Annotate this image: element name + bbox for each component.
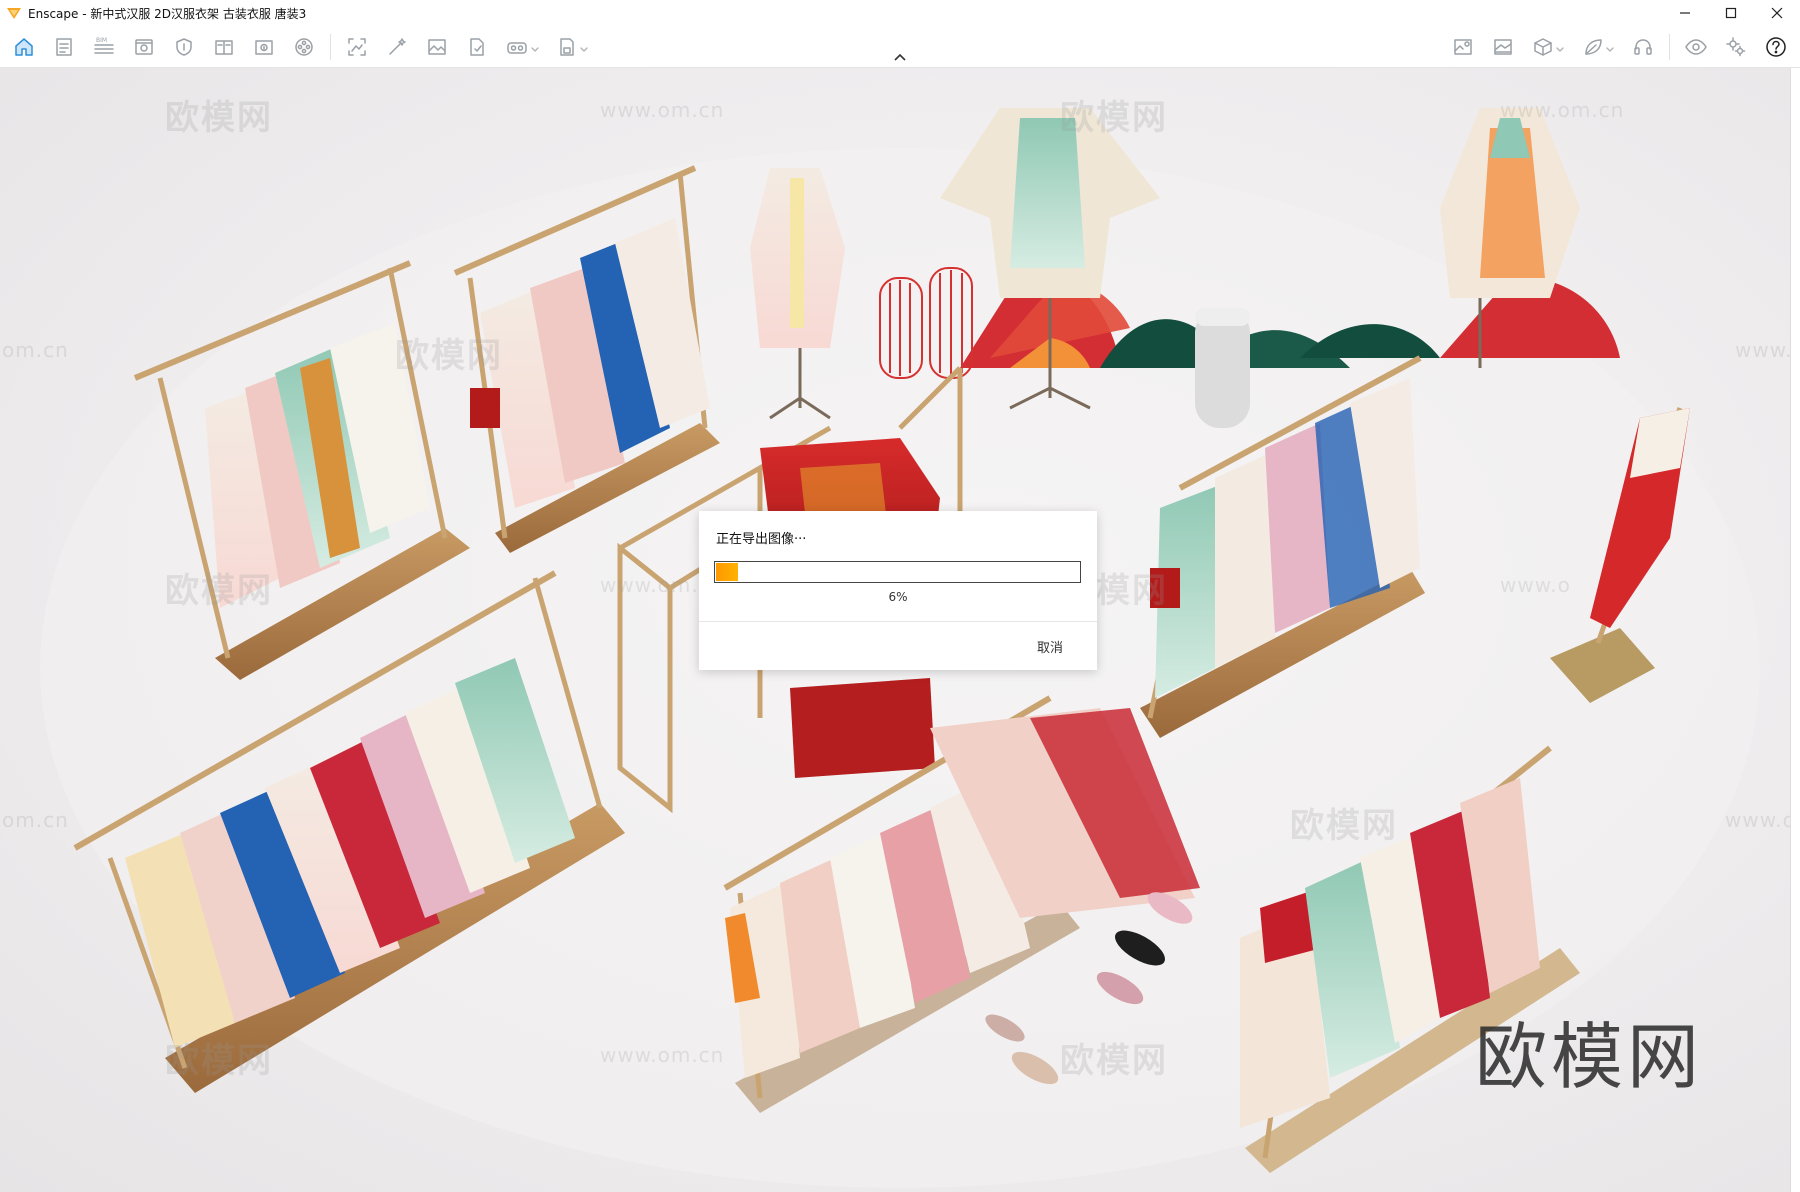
chevron-up-icon xyxy=(894,53,906,61)
landscape-button[interactable] xyxy=(1483,30,1523,64)
window-controls xyxy=(1662,0,1800,26)
capture-icon xyxy=(348,38,366,56)
close-icon xyxy=(1771,7,1783,19)
eye-icon xyxy=(1685,39,1707,55)
eye-button[interactable] xyxy=(1676,30,1716,64)
toolbar-left-group: BIM xyxy=(4,26,597,68)
progress-percent-label: 6% xyxy=(888,590,908,604)
svg-text:BIM: BIM xyxy=(96,37,107,44)
watermark-url: www.om.cn xyxy=(600,1043,725,1067)
dialog-title: 正在导出图像··· xyxy=(716,532,807,547)
export-progress-dialog: 正在导出图像··· 6% 取消 xyxy=(699,511,1097,670)
leaf-dropdown-button[interactable] xyxy=(1573,30,1623,64)
film-icon xyxy=(295,38,313,56)
watermark-url: www.om.cn xyxy=(600,98,725,122)
dialog-divider xyxy=(699,621,1097,622)
watermark-url: www.o xyxy=(1725,808,1796,832)
toolbar-right-group xyxy=(1443,26,1796,68)
info-book-icon xyxy=(255,40,273,55)
view-button[interactable] xyxy=(124,30,164,64)
watermark-url: www.om.cn xyxy=(1500,98,1625,122)
book-icon xyxy=(215,40,233,55)
window-title: Enscape - 新中式汉服 2D汉服衣架 古装衣服 唐装3 xyxy=(28,6,307,21)
watermark-brand: 欧模网 xyxy=(165,1041,273,1081)
shield-icon xyxy=(176,38,192,56)
home-button[interactable] xyxy=(4,30,44,64)
minimize-button[interactable] xyxy=(1662,0,1708,26)
bim-button[interactable]: BIM xyxy=(84,30,124,64)
chevron-down-icon xyxy=(580,46,588,52)
maximize-button[interactable] xyxy=(1708,0,1754,26)
leaf-icon xyxy=(1585,39,1602,55)
info-book-button[interactable] xyxy=(244,30,284,64)
headset-icon xyxy=(1634,39,1652,55)
viewport-scrollbar[interactable] xyxy=(1790,68,1800,1192)
watermark-brand: 欧模网 xyxy=(165,571,273,611)
watermark-brand: 欧模网 xyxy=(395,336,503,376)
export-progress-bar xyxy=(714,561,1081,583)
title-bar: Enscape - 新中式汉服 2D汉服衣架 古装衣服 唐装3 xyxy=(0,0,1800,26)
magic-wand-button[interactable] xyxy=(377,30,417,64)
progress-fill xyxy=(716,563,738,581)
settings-button[interactable] xyxy=(1716,30,1756,64)
vr-dropdown-button[interactable] xyxy=(497,30,547,64)
map-icon xyxy=(1454,39,1472,55)
watermark-url: www.o xyxy=(1500,573,1571,597)
home-icon xyxy=(15,38,33,56)
file-export-button[interactable] xyxy=(457,30,497,64)
magic-wand-icon xyxy=(389,38,406,55)
vr-icon xyxy=(507,42,527,54)
watermark-brand: 欧模网 xyxy=(1290,806,1398,846)
image-button[interactable] xyxy=(417,30,457,64)
headset-button[interactable] xyxy=(1623,30,1663,64)
settings-icon xyxy=(1726,37,1746,57)
map-button[interactable] xyxy=(1443,30,1483,64)
minimize-icon xyxy=(1680,12,1690,14)
landscape-icon xyxy=(1494,39,1512,55)
toolbar-separator xyxy=(330,34,331,60)
capture-button[interactable] xyxy=(337,30,377,64)
bim-icon: BIM xyxy=(94,37,114,54)
document-button[interactable] xyxy=(44,30,84,64)
help-icon xyxy=(1766,37,1786,57)
chevron-down-icon xyxy=(531,46,539,52)
shield-button[interactable] xyxy=(164,30,204,64)
watermark-url-short: om.cn xyxy=(2,338,69,362)
save-icon xyxy=(560,38,574,56)
save-dropdown-button[interactable] xyxy=(547,30,597,64)
view-icon xyxy=(135,39,153,55)
chevron-down-icon xyxy=(1606,46,1614,52)
image-icon xyxy=(428,39,446,55)
watermark-brand: 欧模网 xyxy=(1060,98,1168,138)
book-button[interactable] xyxy=(204,30,244,64)
file-export-icon xyxy=(470,38,484,56)
toolbar-collapse-button[interactable] xyxy=(890,50,910,64)
cube-dropdown-button[interactable] xyxy=(1523,30,1573,64)
cancel-button[interactable]: 取消 xyxy=(1037,637,1063,656)
watermark-brand: 欧模网 xyxy=(1060,1041,1168,1081)
enscape-logo-icon xyxy=(7,8,21,19)
cube-icon xyxy=(1534,38,1552,56)
film-button[interactable] xyxy=(284,30,324,64)
toolbar-separator xyxy=(1669,34,1670,60)
document-icon xyxy=(56,38,72,56)
watermark-url-short: om.cn xyxy=(2,808,69,832)
watermark-brand-large: 欧模网 xyxy=(1475,1015,1704,1099)
close-button[interactable] xyxy=(1754,0,1800,26)
help-button[interactable] xyxy=(1756,30,1796,64)
watermark-brand: 欧模网 xyxy=(165,98,273,138)
maximize-icon xyxy=(1725,7,1737,19)
chevron-down-icon xyxy=(1556,46,1564,52)
